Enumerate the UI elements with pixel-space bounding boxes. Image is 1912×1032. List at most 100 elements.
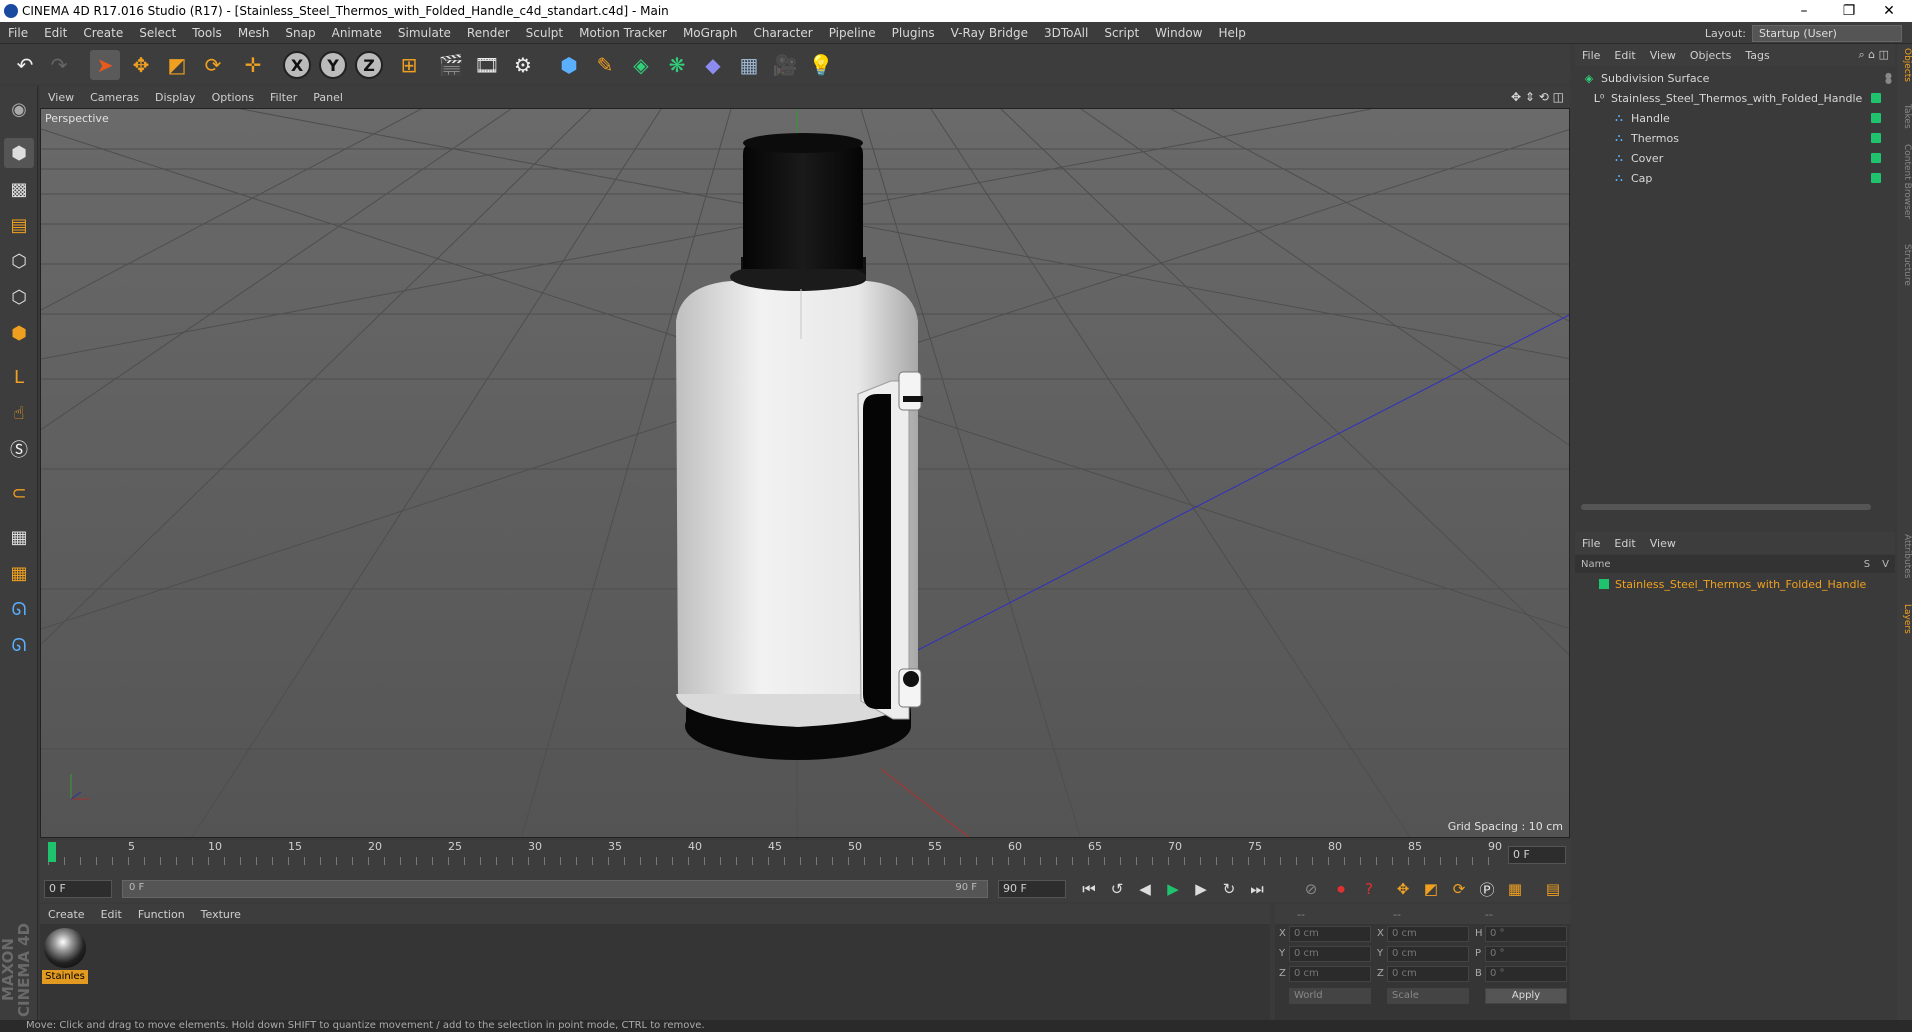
object-row-cover[interactable]: ⛬ Cover (1575, 148, 1895, 168)
viewport-nav-icons[interactable]: ✥ ⇕ ⟲ ◫ (1511, 90, 1564, 104)
transform-tool-icon[interactable]: ✛ (238, 50, 268, 80)
viewport-menu-view[interactable]: View (40, 91, 82, 104)
menu-file[interactable]: File (0, 26, 36, 40)
menu-motion-tracker[interactable]: Motion Tracker (571, 26, 675, 40)
side-tab-takes[interactable]: Takes (1897, 104, 1912, 129)
pen-spline-icon[interactable]: ✎ (590, 50, 620, 80)
y-axis-lock[interactable]: Y (318, 50, 348, 80)
viewport-menu-filter[interactable]: Filter (262, 91, 305, 104)
object-row-cap[interactable]: ⛬ Cap (1575, 168, 1895, 188)
menu-animate[interactable]: Animate (324, 26, 390, 40)
object-manager-scrollbar[interactable] (1581, 504, 1871, 510)
menu-help[interactable]: Help (1210, 26, 1253, 40)
menu-window[interactable]: Window (1147, 26, 1210, 40)
apply-button[interactable]: Apply (1485, 988, 1567, 1004)
menu-select[interactable]: Select (131, 26, 184, 40)
go-to-start-icon[interactable]: ⏮ (1078, 878, 1100, 900)
menu-3dtoall[interactable]: 3DToAll (1036, 26, 1096, 40)
menu-vray-bridge[interactable]: V-Ray Bridge (943, 26, 1036, 40)
cube-icon[interactable]: ⬢ (554, 50, 584, 80)
render-settings-icon[interactable]: ⚙ (508, 50, 538, 80)
menu-snap[interactable]: Snap (277, 26, 323, 40)
points-mode-icon[interactable]: ⬡ (4, 246, 34, 276)
material-preview[interactable] (44, 928, 86, 968)
menu-simulate[interactable]: Simulate (390, 26, 459, 40)
menu-edit[interactable]: Edit (36, 26, 75, 40)
magnet-icon[interactable]: ⊂ (4, 478, 34, 508)
object-enabled-check[interactable] (1871, 93, 1881, 103)
object-enabled-check[interactable] (1871, 133, 1881, 143)
key-rotation-icon[interactable]: ⟳ (1448, 878, 1470, 900)
previous-frame-icon[interactable]: ◀ (1134, 878, 1156, 900)
undo-icon[interactable]: ↶ (10, 50, 40, 80)
frame-range-slider[interactable]: 0 F 90 F (122, 880, 988, 898)
edges-mode-icon[interactable]: ⬡ (4, 282, 34, 312)
side-tab-structure[interactable]: Structure (1897, 244, 1912, 286)
menu-pipeline[interactable]: Pipeline (821, 26, 884, 40)
visibility-dots-icon[interactable]: ● ● (1885, 72, 1892, 85)
mograph-cloner-icon[interactable]: ❋ (662, 50, 692, 80)
side-tab-layers[interactable]: Layers (1897, 604, 1912, 634)
layout-dropdown[interactable]: Startup (User) (1752, 24, 1902, 42)
timeline-playhead[interactable] (48, 842, 56, 862)
size-z-field[interactable]: 0 cm (1387, 966, 1469, 982)
planar-workplane-icon[interactable]: ▦ (4, 558, 34, 588)
lock-workplane-icon[interactable]: ▦ (4, 522, 34, 552)
object-enabled-check[interactable] (1871, 113, 1881, 123)
axis-mode-icon[interactable]: L (4, 362, 34, 392)
light-icon[interactable]: 💡 (806, 50, 836, 80)
key-pla-icon[interactable]: ▦ (1504, 878, 1526, 900)
material-menu-texture[interactable]: Texture (193, 908, 249, 921)
minimize-button[interactable]: – (1781, 0, 1827, 22)
end-frame-field[interactable]: 90 F (998, 880, 1066, 898)
go-to-next-key-icon[interactable]: ↻ (1218, 878, 1240, 900)
object-menu-edit[interactable]: Edit (1607, 49, 1642, 62)
current-frame-field[interactable]: 0 F (1508, 846, 1566, 864)
layer-row[interactable]: Stainless_Steel_Thermos_with_Folded_Hand… (1575, 574, 1895, 594)
render-picture-viewer-icon[interactable]: 🎞 (472, 50, 502, 80)
go-to-end-icon[interactable]: ⏭ (1246, 878, 1268, 900)
viewport-menu-panel[interactable]: Panel (305, 91, 351, 104)
material-menu-function[interactable]: Function (130, 908, 193, 921)
position-z-field[interactable]: 0 cm (1289, 966, 1371, 982)
material-menu-create[interactable]: Create (40, 908, 93, 921)
play-icon[interactable]: ▶ (1162, 878, 1184, 900)
viewport-menu-display[interactable]: Display (147, 91, 204, 104)
timeline[interactable]: 0 5 10 15 20 25 30 35 40 45 50 55 60 65 … (40, 840, 1570, 876)
start-frame-field[interactable]: 0 F (44, 880, 112, 898)
coordinate-mode-dropdown[interactable]: World (1289, 988, 1371, 1004)
subdivision-icon[interactable]: ◈ (626, 50, 656, 80)
coordinate-system-icon[interactable]: ⊞ (394, 50, 424, 80)
layer-menu-edit[interactable]: Edit (1607, 537, 1642, 550)
object-enabled-check[interactable] (1871, 153, 1881, 163)
object-row-handle[interactable]: ⛬ Handle (1575, 108, 1895, 128)
scale-mode-dropdown[interactable]: Scale (1387, 988, 1469, 1004)
key-parameter-icon[interactable]: Ⓟ (1476, 878, 1498, 900)
material-name[interactable]: Stainles (42, 970, 88, 984)
object-menu-view[interactable]: View (1643, 49, 1683, 62)
polygons-mode-icon[interactable]: ⬢ (4, 318, 34, 348)
menu-sculpt[interactable]: Sculpt (518, 26, 571, 40)
select-tool-icon[interactable]: ➤ (90, 50, 120, 80)
menu-mograph[interactable]: MoGraph (675, 26, 746, 40)
keyframe-selection-icon[interactable]: ? (1358, 878, 1380, 900)
object-row-thermos-group[interactable]: L⁰ Stainless_Steel_Thermos_with_Folded_H… (1575, 88, 1895, 108)
menu-tools[interactable]: Tools (184, 26, 230, 40)
record-position-icon[interactable]: ⊘ (1300, 878, 1322, 900)
floor-icon[interactable]: ▦ (734, 50, 764, 80)
layer-menu-view[interactable]: View (1643, 537, 1683, 550)
redo-icon[interactable]: ↷ (44, 50, 74, 80)
menu-render[interactable]: Render (459, 26, 518, 40)
make-editable-icon[interactable]: ◉ (4, 94, 34, 124)
rotation-h-field[interactable]: 0 ° (1485, 926, 1567, 942)
python-icon[interactable]: ᘏ (4, 594, 34, 624)
timeline-layout-icon[interactable]: ▤ (1542, 878, 1564, 900)
side-tab-objects[interactable]: Objects (1897, 48, 1912, 82)
render-view-icon[interactable]: 🎬 (436, 50, 466, 80)
menu-mesh[interactable]: Mesh (230, 26, 278, 40)
x-axis-lock[interactable]: X (282, 50, 312, 80)
workplane-mode-icon[interactable]: ▤ (4, 210, 34, 240)
object-row-subdivision[interactable]: ◈ Subdivision Surface ● ● (1575, 68, 1895, 88)
model-mode-icon[interactable]: ⬢ (4, 138, 34, 168)
z-axis-lock[interactable]: Z (354, 50, 384, 80)
